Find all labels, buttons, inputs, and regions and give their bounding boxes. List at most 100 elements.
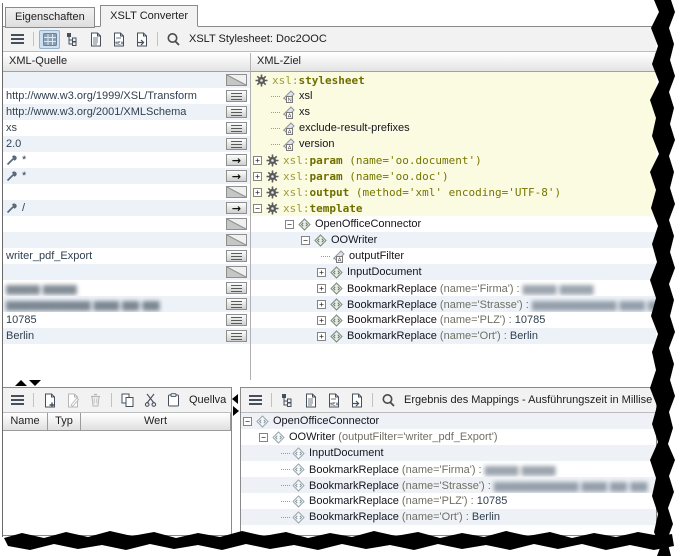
mapping-assign-button[interactable] <box>226 314 247 326</box>
collapse-icon[interactable]: − <box>301 236 310 245</box>
source-cell[interactable]: http://www.w3.org/1999/XSL/Transform <box>3 88 251 104</box>
source-cell[interactable]: http://www.w3.org/2001/XMLSchema <box>3 104 251 120</box>
tree-item-label: outputFilter <box>349 250 404 262</box>
vsplitter-collapse-left-icon[interactable] <box>232 394 238 404</box>
source-cell[interactable] <box>3 232 251 248</box>
result-tree-item[interactable]: BookmarkReplace (name='PLZ') : 10785 <box>241 493 656 509</box>
tab-xslt-converter[interactable]: XSLT Converter <box>100 5 198 27</box>
mapping-assign-button[interactable] <box>226 74 247 86</box>
new-document-icon[interactable] <box>39 391 60 410</box>
expand-icon[interactable]: + <box>317 300 326 309</box>
target-tree-item[interactable]: −xsl:template <box>251 200 656 216</box>
expand-icon[interactable]: + <box>317 316 326 325</box>
mapping-assign-button[interactable] <box>226 282 247 294</box>
expand-icon[interactable]: + <box>253 156 262 165</box>
collapse-icon[interactable]: − <box>253 204 262 213</box>
mapping-assign-button[interactable]: → <box>226 154 247 166</box>
target-tree-item[interactable]: +xsl:output (method='xml' encoding='UTF-… <box>251 184 656 200</box>
expand-icon[interactable]: + <box>253 172 262 181</box>
source-cell[interactable] <box>3 184 251 200</box>
source-cell[interactable] <box>3 264 251 280</box>
mapping-assign-button[interactable]: → <box>226 170 247 182</box>
vsplitter-collapse-right-icon[interactable] <box>233 406 239 416</box>
result-tree-item[interactable]: BookmarkReplace (name='Firma') : ▆▆▆▆ ▆▆… <box>241 461 656 477</box>
source-cell[interactable]: *→ <box>3 168 251 184</box>
mapping-assign-button[interactable]: → <box>226 202 247 214</box>
column-header-wert[interactable]: Wert <box>81 413 231 431</box>
hex-document-icon[interactable]: HEX <box>323 391 344 410</box>
result-tree-item[interactable]: BookmarkReplace (name='Ort') : Berlin <box>241 509 656 525</box>
target-tree-item[interactable]: Aexclude-result-prefixes <box>251 120 656 136</box>
menu-icon[interactable] <box>7 391 28 410</box>
cut-icon[interactable] <box>140 391 161 410</box>
tree-icon[interactable] <box>277 391 298 410</box>
tab-eigenschaften[interactable]: Eigenschaften <box>5 7 95 28</box>
expand-icon[interactable]: + <box>317 332 326 341</box>
menu-icon[interactable] <box>7 30 28 49</box>
splitter-collapse-up-icon[interactable] <box>15 380 27 386</box>
horizontal-splitter[interactable] <box>3 380 656 387</box>
target-tree-item[interactable]: +BookmarkReplace (name='PLZ') : 10785 <box>251 312 656 328</box>
source-cell[interactable]: Berlin <box>3 328 251 344</box>
hex-document-icon[interactable]: HEX <box>108 30 129 49</box>
target-tree-item[interactable]: Nxsl <box>251 88 656 104</box>
target-tree-item[interactable]: +xsl:param (name='oo.doc') <box>251 168 656 184</box>
target-tree-item[interactable]: AoutputFilter <box>251 248 656 264</box>
source-cell[interactable]: 2.0 <box>3 136 251 152</box>
collapse-icon[interactable]: − <box>259 433 268 442</box>
copy-icon[interactable] <box>117 391 138 410</box>
expand-icon[interactable]: + <box>253 188 262 197</box>
result-tree-item[interactable]: InputDocument <box>241 445 656 461</box>
paste-icon[interactable] <box>163 391 184 410</box>
mapping-assign-button[interactable] <box>226 330 247 342</box>
mapping-assign-button[interactable] <box>226 234 247 246</box>
result-tree-item[interactable]: −OpenOfficeConnector <box>241 413 656 429</box>
source-cell[interactable]: 10785 <box>3 312 251 328</box>
mapping-assign-button[interactable] <box>226 106 247 118</box>
source-cell[interactable]: writer_pdf_Export <box>3 248 251 264</box>
document-icon[interactable] <box>85 30 106 49</box>
column-header-name[interactable]: Name <box>3 413 48 431</box>
target-tree-item[interactable]: +BookmarkReplace (name='Ort') : Berlin <box>251 328 656 344</box>
target-tree-item[interactable]: Aversion <box>251 136 656 152</box>
mapping-assign-button[interactable] <box>226 266 247 278</box>
expand-icon[interactable]: + <box>317 268 326 277</box>
tree-icon[interactable] <box>62 30 83 49</box>
trash-icon[interactable] <box>85 391 106 410</box>
grid-icon[interactable] <box>39 30 60 49</box>
source-cell[interactable]: xs <box>3 120 251 136</box>
mapping-assign-button[interactable] <box>226 186 247 198</box>
target-tree-item[interactable]: xsl:stylesheet <box>251 72 656 88</box>
menu-icon[interactable] <box>245 391 266 410</box>
source-cell[interactable]: *→ <box>3 152 251 168</box>
edit-document-icon[interactable] <box>62 391 83 410</box>
target-tree-item[interactable]: Axs <box>251 104 656 120</box>
collapse-icon[interactable]: − <box>243 417 252 426</box>
result-tree-item[interactable]: −OOWriter (outputFilter='writer_pdf_Expo… <box>241 429 656 445</box>
source-cell[interactable]: ▆▆▆▆▆▆▆▆▆▆ ▆▆▆ ▆▆-▆▆ <box>3 296 251 312</box>
splitter-collapse-down-icon[interactable] <box>29 380 41 386</box>
target-tree-item[interactable]: −OpenOfficeConnector <box>251 216 656 232</box>
column-header-typ[interactable]: Typ <box>48 413 81 431</box>
document-icon[interactable] <box>300 391 321 410</box>
result-tree-item[interactable]: BookmarkReplace (name='Strasse') : ▆▆▆▆▆… <box>241 477 656 493</box>
mapping-assign-button[interactable] <box>226 298 247 310</box>
mapping-assign-button[interactable] <box>226 138 247 150</box>
target-tree-item[interactable]: +xsl:param (name='oo.document') <box>251 152 656 168</box>
source-cell[interactable] <box>3 72 251 88</box>
target-tree-item[interactable]: +BookmarkReplace (name='Strasse') : ▆▆▆▆… <box>251 296 656 312</box>
target-tree-item[interactable]: +InputDocument <box>251 264 656 280</box>
mapping-assign-button[interactable] <box>226 218 247 230</box>
source-cell[interactable]: /→ <box>3 200 251 216</box>
expand-icon[interactable]: + <box>317 284 326 293</box>
import-document-icon[interactable] <box>131 30 152 49</box>
target-tree-item[interactable]: +BookmarkReplace (name='Firma') : ▆▆▆▆ ▆… <box>251 280 656 296</box>
collapse-icon[interactable]: − <box>285 220 294 229</box>
import-document-icon[interactable] <box>346 391 367 410</box>
mapping-assign-button[interactable] <box>226 90 247 102</box>
target-tree-item[interactable]: −OOWriter <box>251 232 656 248</box>
source-cell[interactable] <box>3 216 251 232</box>
source-cell[interactable]: ▆▆▆▆ ▆▆▆▆ <box>3 280 251 296</box>
mapping-assign-button[interactable] <box>226 250 247 262</box>
mapping-assign-button[interactable] <box>226 122 247 134</box>
